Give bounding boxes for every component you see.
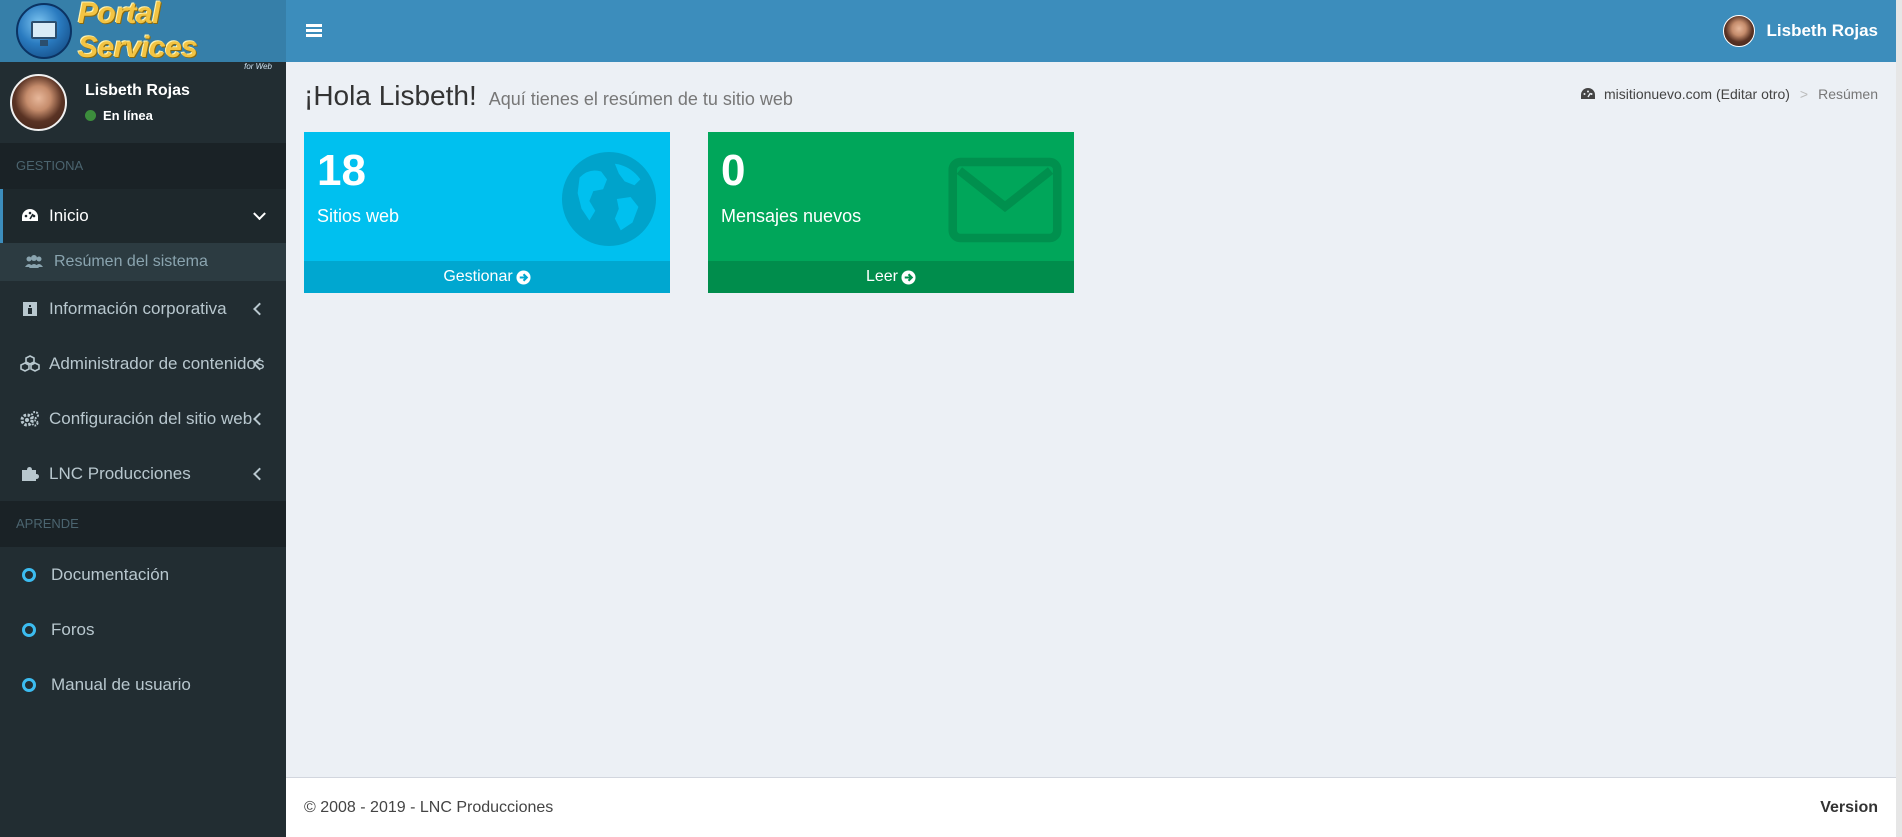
user-panel: Lisbeth Rojas En línea — [0, 62, 286, 143]
dashboard-icon — [22, 209, 38, 221]
footer-link-label: Gestionar — [443, 268, 513, 285]
sidebar-item-administrador-contenidos[interactable]: Administrador de contenidos — [0, 336, 286, 391]
sidebar-item-lnc-producciones[interactable]: LNC Producciones — [0, 446, 286, 501]
avatar — [1722, 15, 1755, 47]
sidebar-item-label: LNC Producciones — [49, 463, 191, 483]
sidebar: Portal Services for Web Lisbeth Rojas En… — [0, 0, 286, 837]
breadcrumb-current: Resúmen — [1818, 86, 1878, 102]
users-icon — [25, 255, 43, 268]
globe-computer-icon — [16, 3, 72, 59]
sidebar-item-documentacion[interactable]: Documentación — [0, 547, 286, 602]
sidebar-item-label: Inicio — [49, 206, 89, 225]
user-status: En línea — [85, 108, 190, 123]
scrollbar[interactable] — [1896, 0, 1902, 837]
top-navbar: Lisbeth Rojas — [286, 0, 1902, 62]
circle-icon — [22, 567, 36, 582]
circle-icon — [22, 622, 36, 637]
breadcrumb-separator: > — [1799, 86, 1809, 102]
arrow-circle-right-icon — [516, 269, 531, 285]
avatar — [10, 74, 67, 131]
sidebar-subitem-resumen[interactable]: Resúmen del sistema — [0, 243, 286, 281]
logo-subtitle: for Web — [244, 62, 272, 71]
sidebar-item-manual-usuario[interactable]: Manual de usuario — [0, 657, 286, 712]
section-header-gestiona: GESTIONA — [0, 143, 286, 189]
logo-title: Portal Services — [78, 0, 198, 64]
version-label: Version — [1820, 798, 1878, 816]
puzzle-icon — [22, 466, 39, 481]
user-menu[interactable]: Lisbeth Rojas — [1722, 15, 1878, 47]
user-status-label: En línea — [103, 108, 153, 123]
stat-number: 18 — [317, 146, 366, 195]
sidebar-item-label: Foros — [51, 619, 95, 639]
sidebar-item-configuracion-sitio[interactable]: Configuración del sitio web — [0, 391, 286, 446]
stat-label: Mensajes nuevos — [721, 206, 862, 226]
sidebar-item-label: Documentación — [51, 564, 170, 584]
section-header-aprende: APRENDE — [0, 501, 286, 547]
breadcrumb: misitionuevo.com (Editar otro) > Resúmen — [1580, 86, 1878, 102]
logo[interactable]: Portal Services for Web — [0, 0, 286, 71]
content-header: ¡Hola Lisbeth! Aquí tienes el resúmen de… — [304, 80, 1878, 112]
cubes-icon — [20, 354, 40, 372]
stat-number: 0 — [721, 146, 746, 195]
stat-label: Sitios web — [317, 206, 400, 226]
sidebar-subitem-label: Resúmen del sistema — [54, 253, 208, 270]
sidebar-item-label: Administrador de contenidos — [49, 353, 265, 373]
footer-link-label: Leer — [865, 268, 899, 285]
sidebar-item-label: Información corporativa — [49, 298, 227, 318]
gears-icon — [20, 410, 39, 426]
sidebar-item-inicio[interactable]: Inicio — [0, 189, 286, 243]
stat-box-sitios-web: 18 Sitios web Gestionar — [304, 132, 670, 293]
dashboard-icon — [1580, 88, 1595, 99]
stat-boxes: 18 Sitios web Gestionar 0 Mensajes nuevo… — [304, 132, 1112, 293]
circle-icon — [22, 677, 36, 692]
leer-link[interactable]: Leer — [708, 261, 1074, 293]
sidebar-item-label: Manual de usuario — [51, 674, 191, 694]
page-title: ¡Hola Lisbeth! — [304, 80, 477, 111]
id-card-icon — [23, 301, 37, 316]
header-user-name: Lisbeth Rojas — [1766, 21, 1878, 40]
breadcrumb-site-link[interactable]: misitionuevo.com (Editar otro) — [1604, 86, 1790, 102]
arrow-circle-right-icon — [901, 269, 916, 285]
copyright: © 2008 - 2019 - LNC Producciones — [304, 798, 554, 816]
menu-toggle-icon[interactable] — [306, 24, 322, 38]
sidebar-item-label: Configuración del sitio web — [49, 408, 253, 428]
online-status-icon — [85, 110, 96, 121]
sidebar-item-foros[interactable]: Foros — [0, 602, 286, 657]
page-subtitle: Aquí tienes el resúmen de tu sitio web — [488, 89, 793, 109]
page-footer: © 2008 - 2019 - LNC Producciones Version — [286, 777, 1896, 837]
user-name: Lisbeth Rojas — [85, 82, 190, 99]
gestionar-link[interactable]: Gestionar — [304, 261, 670, 293]
sidebar-item-informacion-corporativa[interactable]: Información corporativa — [0, 281, 286, 336]
stat-box-mensajes: 0 Mensajes nuevos Leer — [708, 132, 1074, 293]
